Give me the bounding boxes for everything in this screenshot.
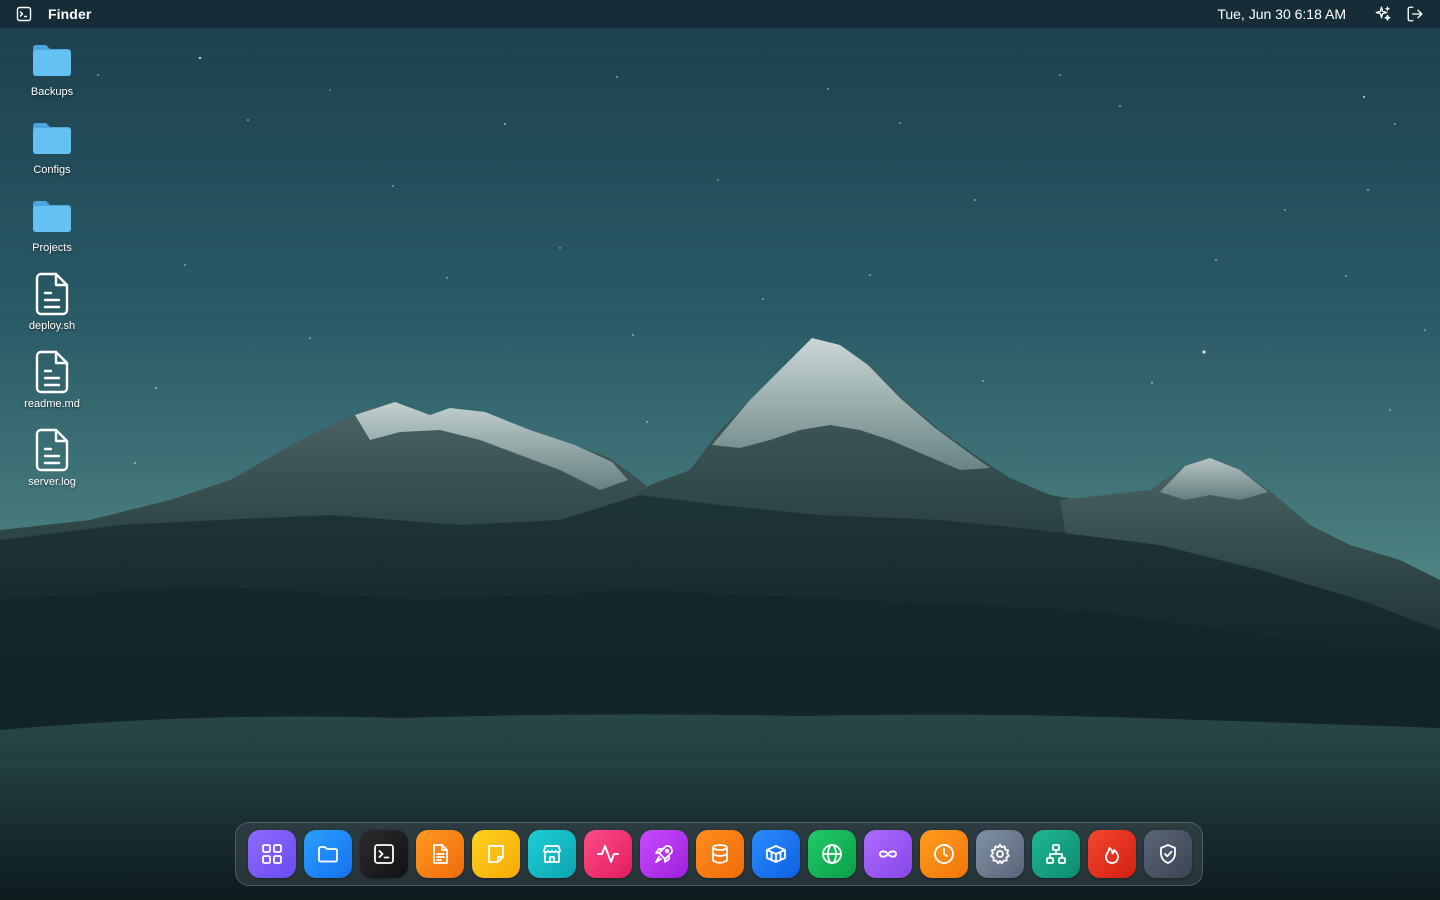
- dock-item-clock[interactable]: [920, 830, 968, 878]
- dock-item-notes[interactable]: [472, 830, 520, 878]
- box-icon: [766, 845, 786, 863]
- desktop-item-label: Backups: [30, 86, 74, 98]
- dock-item-launchpad[interactable]: [640, 830, 688, 878]
- dock-item-files[interactable]: [304, 830, 352, 878]
- grid-icon: [262, 844, 282, 864]
- dock-item-terminal[interactable]: [360, 830, 408, 878]
- menu-bar: Finder Tue, Jun 30 6:18 AM: [0, 0, 1440, 28]
- dock-item-browser[interactable]: [808, 830, 856, 878]
- desktop-folder-backups[interactable]: Backups: [12, 36, 92, 114]
- desktop-item-label: readme.md: [24, 398, 80, 410]
- desktop-file-readme[interactable]: readme.md: [12, 348, 92, 426]
- network-icon: [1046, 844, 1066, 864]
- flame-icon: [1105, 847, 1119, 864]
- dock-item-network[interactable]: [1032, 830, 1080, 878]
- activity-icon: [597, 845, 619, 863]
- desktop-file-server-log[interactable]: server.log: [12, 426, 92, 504]
- clock-icon: [934, 844, 954, 864]
- terminal-square-icon[interactable]: [16, 6, 32, 22]
- folder-icon: [28, 114, 76, 162]
- desktop-item-label: Projects: [32, 242, 72, 254]
- rocket-icon: [655, 844, 673, 863]
- terminal-icon: [374, 844, 394, 864]
- document-icon: [433, 844, 448, 864]
- dock-item-documents[interactable]: [416, 830, 464, 878]
- folder-icon: [28, 192, 76, 240]
- dock-item-activity[interactable]: [584, 830, 632, 878]
- dock-item-security[interactable]: [1144, 830, 1192, 878]
- dock-item-database[interactable]: [696, 830, 744, 878]
- shield-icon: [1160, 844, 1176, 864]
- desktop-item-label: deploy.sh: [28, 320, 76, 332]
- infinity-icon: [879, 850, 897, 858]
- note-icon: [488, 845, 504, 863]
- dock-item-firewall[interactable]: [1088, 830, 1136, 878]
- desktop-item-label: server.log: [28, 476, 76, 488]
- file-text-icon: [28, 426, 76, 474]
- file-text-icon: [28, 348, 76, 396]
- desktop-item-label: Configs: [33, 164, 71, 176]
- dock-item-launcher[interactable]: [248, 830, 296, 878]
- dock-item-settings[interactable]: [976, 830, 1024, 878]
- database-icon: [712, 844, 728, 864]
- globe-icon: [822, 844, 842, 864]
- active-app-name[interactable]: Finder: [48, 6, 91, 22]
- desktop-folder-projects[interactable]: Projects: [12, 192, 92, 270]
- dock: [235, 822, 1203, 886]
- desktop-wallpaper: [0, 0, 1440, 900]
- store-icon: [543, 845, 561, 863]
- dock-item-containers[interactable]: [752, 830, 800, 878]
- file-text-icon: [28, 270, 76, 318]
- sparkles-icon[interactable]: [1374, 5, 1392, 23]
- folder-icon: [318, 846, 338, 863]
- dock-item-store[interactable]: [528, 830, 576, 878]
- logout-icon[interactable]: [1406, 5, 1424, 23]
- desktop-icon-grid: Backups Configs Projects deploy.sh readm…: [12, 36, 92, 504]
- menu-bar-clock[interactable]: Tue, Jun 30 6:18 AM: [1217, 6, 1346, 22]
- desktop-folder-configs[interactable]: Configs: [12, 114, 92, 192]
- folder-icon: [28, 36, 76, 84]
- dock-item-infinity[interactable]: [864, 830, 912, 878]
- desktop-file-deploy[interactable]: deploy.sh: [12, 270, 92, 348]
- settings-icon: [990, 843, 1010, 865]
